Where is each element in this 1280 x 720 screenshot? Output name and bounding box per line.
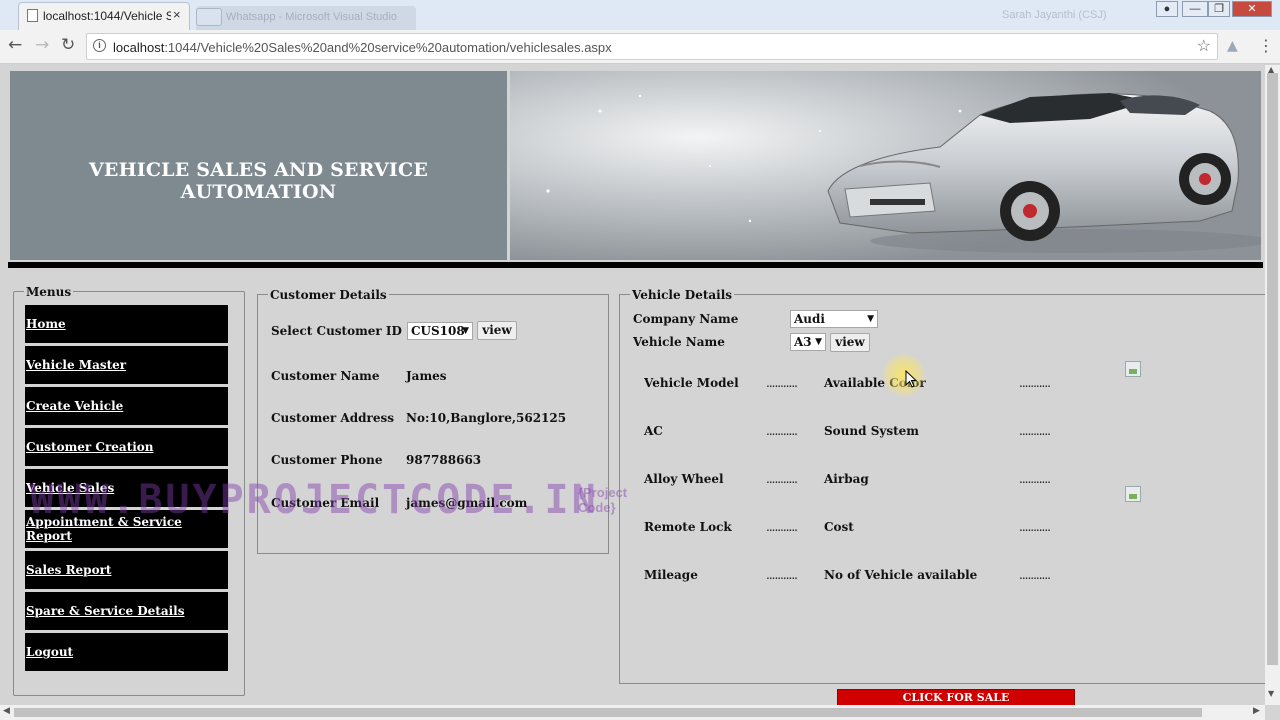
header-banner: VEHICLE SALES AND SERVICE AUTOMATION — [10, 71, 507, 260]
vehicle-view-button[interactable]: view — [830, 333, 870, 352]
customer-id-select[interactable]: CUS108 ▼ — [407, 322, 473, 340]
menu-item-spare-service-details[interactable]: Spare & Service Details — [25, 592, 228, 630]
horizontal-scroll-thumb[interactable] — [14, 708, 1202, 717]
car-illustration — [510, 71, 1261, 260]
tab-title: localhost:1044/Vehicle S — [43, 9, 171, 23]
customer-phone-label: Customer Phone — [271, 453, 383, 467]
sound-system-label: Sound System — [824, 424, 919, 438]
back-arrow-icon[interactable]: ← — [8, 35, 22, 55]
scroll-left-icon[interactable]: ◀ — [3, 706, 10, 716]
vertical-scrollbar[interactable]: ▲ ▼ — [1265, 65, 1280, 705]
vehicle-details-legend: Vehicle Details — [630, 288, 735, 302]
cost-label: Cost — [824, 520, 854, 534]
url-text: localhost:1044/Vehicle%20Sales%20and%20s… — [113, 40, 612, 55]
alloy-wheel-value: ........... — [766, 472, 798, 486]
vertical-scroll-thumb[interactable] — [1267, 73, 1278, 665]
menu-item-vehicle-master[interactable]: Vehicle Master — [25, 346, 228, 384]
ac-label: AC — [644, 424, 663, 438]
select-customer-label: Select Customer ID — [271, 324, 402, 338]
bookmark-star-icon[interactable]: ☆ — [1197, 36, 1211, 56]
browser-tab-active[interactable]: localhost:1044/Vehicle S × — [18, 2, 190, 30]
customer-address-label: Customer Address — [271, 411, 394, 425]
broken-image-icon — [1125, 486, 1141, 502]
airbag-label: Airbag — [824, 472, 869, 486]
info-icon[interactable]: i — [93, 39, 106, 52]
header-divider — [8, 262, 1263, 268]
vehicle-name-select[interactable]: A3 ▼ — [790, 333, 826, 351]
ac-value: ........... — [766, 424, 798, 438]
remote-lock-label: Remote Lock — [644, 520, 732, 534]
vehicle-details-fieldset — [619, 294, 1265, 684]
vehicle-model-value: ........... — [766, 376, 798, 390]
airbag-value: ........... — [1019, 472, 1051, 486]
mouse-pointer-icon — [905, 370, 917, 388]
available-color-value: ........... — [1019, 376, 1051, 390]
browser-tab-bar: localhost:1044/Vehicle S × Whatsapp - Mi… — [0, 0, 1280, 30]
mileage-label: Mileage — [644, 568, 698, 582]
horizontal-scrollbar[interactable]: ◀ ▶ — [0, 705, 1265, 720]
cursor-highlight — [882, 353, 926, 397]
scroll-right-icon[interactable]: ▶ — [1253, 706, 1260, 716]
tab-title-inactive: Whatsapp - Microsoft Visual Studio — [226, 11, 397, 23]
page-title: VEHICLE SALES AND SERVICE AUTOMATION — [88, 159, 429, 203]
close-window-button[interactable]: ✕ — [1232, 1, 1272, 17]
cost-value: ........... — [1019, 520, 1051, 534]
reload-icon[interactable]: ↻ — [61, 35, 75, 55]
vehicle-model-label: Vehicle Model — [644, 376, 739, 390]
tab-close-icon[interactable]: × — [173, 7, 181, 22]
mileage-value: ........... — [766, 568, 798, 582]
menu-item-create-vehicle[interactable]: Create Vehicle — [25, 387, 228, 425]
vehicles-available-value: ........... — [1019, 568, 1051, 582]
menus-legend: Menus — [24, 285, 74, 299]
page-content: VEHICLE SALES AND SERVICE AUTOMATION Men… — [0, 65, 1265, 705]
watermark-tag-line1: {Project — [578, 485, 628, 500]
company-name-value: Audi — [794, 312, 825, 326]
browser-toolbar: ← → ↻ i localhost:1044/Vehicle%20Sales%2… — [0, 30, 1280, 64]
customer-details-legend: Customer Details — [268, 288, 389, 302]
scroll-down-icon[interactable]: ▼ — [1268, 689, 1274, 698]
forward-arrow-icon[interactable]: → — [35, 35, 49, 55]
sound-system-value: ........... — [1019, 424, 1051, 438]
browser-tab-inactive[interactable]: Whatsapp - Microsoft Visual Studio — [196, 6, 416, 30]
company-name-select[interactable]: Audi ▼ — [790, 310, 878, 328]
customer-view-button[interactable]: view — [477, 321, 517, 340]
company-name-label: Company Name — [633, 312, 739, 326]
customer-name-label: Customer Name — [271, 369, 380, 383]
vehicle-name-value: A3 — [794, 335, 812, 349]
address-bar[interactable]: i localhost:1044/Vehicle%20Sales%20and%2… — [86, 33, 1218, 60]
dropdown-arrow-icon: ▼ — [815, 337, 822, 347]
browser-menu-icon[interactable]: ⋮ — [1258, 36, 1274, 55]
minimize-button[interactable]: — — [1182, 1, 1208, 17]
page-icon — [27, 9, 38, 22]
customer-id-value: CUS108 — [411, 324, 465, 338]
menu-item-customer-creation[interactable]: Customer Creation — [25, 428, 228, 466]
remote-lock-value: ........... — [766, 520, 798, 534]
customer-address-value: No:10,Banglore,562125 — [406, 411, 567, 425]
watermark-tag-line2: Code} — [578, 500, 616, 515]
vehicles-available-label: No of Vehicle available — [824, 568, 978, 582]
car-banner-image — [510, 71, 1261, 260]
watermark-tag: {Project Code} — [578, 485, 627, 515]
menu-item-home[interactable]: Home — [25, 305, 228, 343]
vehicle-name-label: Vehicle Name — [633, 335, 725, 349]
window-user-label: Sarah Jayanthi (CSJ) — [1002, 9, 1107, 21]
dropdown-arrow-icon: ▼ — [462, 326, 469, 336]
menu-item-sales-report[interactable]: Sales Report — [25, 551, 228, 589]
user-icon[interactable]: ● — [1156, 1, 1178, 17]
maximize-button[interactable]: ❐ — [1208, 1, 1230, 17]
alloy-wheel-label: Alloy Wheel — [644, 472, 724, 486]
url-host: localhost — [113, 40, 165, 55]
customer-name-value: James — [406, 369, 447, 383]
dropdown-arrow-icon: ▼ — [867, 314, 874, 324]
url-path: :1044/Vehicle%20Sales%20and%20service%20… — [164, 40, 612, 55]
broken-image-icon — [1125, 361, 1141, 377]
customer-phone-value: 987788663 — [406, 453, 482, 467]
click-for-sale-button[interactable]: CLICK FOR SALE — [837, 689, 1075, 705]
new-tab-button[interactable] — [196, 8, 222, 26]
watermark-text: WWW.BUYPROJECTCODE.IN — [30, 477, 599, 523]
menu-item-logout[interactable]: Logout — [25, 633, 228, 671]
extension-icon[interactable]: ▲ — [1227, 38, 1238, 54]
